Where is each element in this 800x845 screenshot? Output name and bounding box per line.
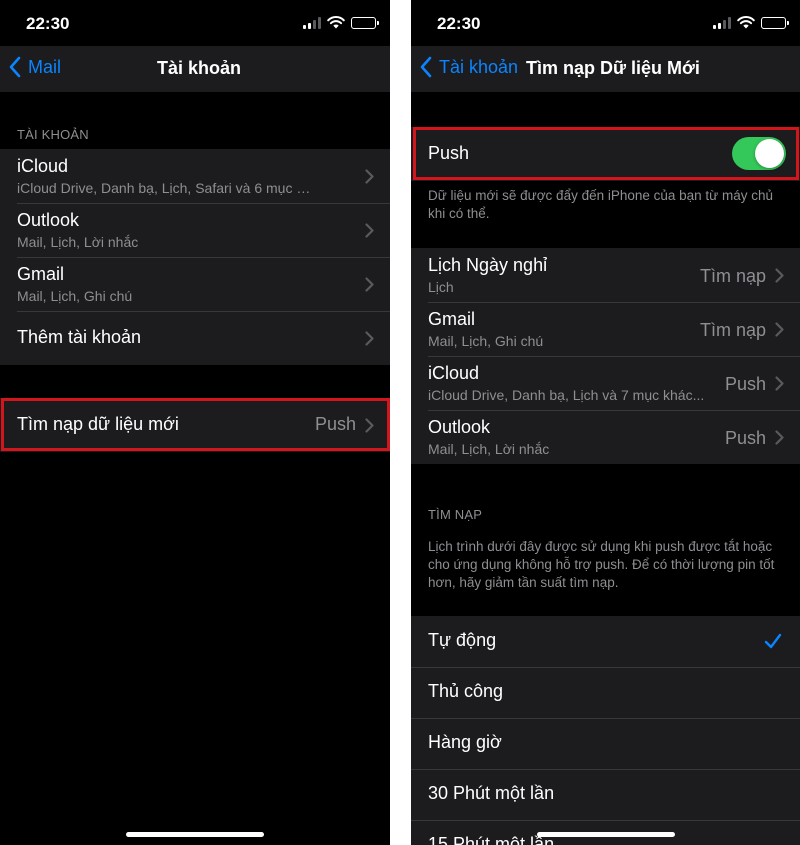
chevron-right-icon [365, 169, 374, 184]
wifi-icon [737, 16, 755, 29]
account-title: iCloud [17, 156, 69, 176]
fetch-option-label: Hàng giờ [428, 732, 502, 752]
account-subtitle: Mail, Lịch, Ghi chú [428, 333, 544, 349]
fetch-new-data-row[interactable]: Tìm nạp dữ liệu mới Push [0, 398, 390, 452]
back-button-label: Mail [28, 56, 62, 77]
account-subtitle: Mail, Lịch, Lời nhắc [428, 441, 550, 457]
toggle-knob [755, 139, 784, 168]
fetch-option-label: Tự động [428, 630, 497, 650]
chevron-right-icon [775, 430, 784, 445]
account-row-holidays[interactable]: Lịch Ngày nghỉ Lịch Tìm nạp [411, 248, 800, 302]
account-title: Outlook [17, 210, 80, 230]
status-time: 22:30 [26, 14, 70, 33]
account-title: Gmail [428, 309, 476, 329]
push-label: Push [428, 143, 470, 163]
fetch-option-label: 30 Phút một lần [428, 783, 555, 803]
status-bar: 22:30 [0, 0, 390, 46]
push-group: Push [411, 127, 800, 181]
account-fetch-list: Lịch Ngày nghỉ Lịch Tìm nạp Gmail Mail, … [411, 248, 800, 464]
fetch-new-data-label: Tìm nạp dữ liệu mới [17, 414, 179, 434]
account-title: Lịch Ngày nghỉ [428, 255, 548, 275]
chevron-right-icon [365, 418, 374, 433]
account-fetch-value: Push [724, 428, 766, 448]
status-icons [303, 16, 379, 29]
push-toggle[interactable] [732, 137, 786, 170]
home-indicator[interactable] [126, 832, 264, 837]
checkmark-icon [764, 633, 782, 649]
chevron-right-icon [365, 223, 374, 238]
back-button-label: Tài khoản [439, 56, 519, 77]
back-button[interactable]: Mail [8, 56, 61, 78]
chevron-right-icon [365, 277, 374, 292]
accounts-screen: 22:30 Mail Tài khoản TÀI KHOẢN iCloud iC… [0, 0, 390, 845]
fetch-option-30-min[interactable]: 30 Phút một lần [411, 769, 800, 820]
status-icons [713, 16, 789, 29]
push-row: Push [411, 127, 800, 181]
fetch-option-hourly[interactable]: Hàng giờ [411, 718, 800, 769]
add-account-label: Thêm tài khoản [17, 327, 142, 347]
account-row-icloud[interactable]: iCloud iCloud Drive, Danh bạ, Lịch và 7 … [411, 356, 800, 410]
account-subtitle: Mail, Lịch, Ghi chú [17, 288, 133, 304]
account-fetch-value: Tìm nạp [699, 320, 766, 340]
nav-bar: Mail Tài khoản [0, 46, 390, 92]
account-row-outlook[interactable]: Outlook Mail, Lịch, Lời nhắc Push [411, 410, 800, 464]
cellular-signal-icon [303, 16, 321, 29]
battery-icon [761, 16, 789, 29]
chevron-left-icon [9, 56, 21, 78]
fetch-schedule-list: Tự động Thủ công Hàng giờ 30 Phút một lầ… [411, 616, 800, 845]
accounts-section-header: TÀI KHOẢN [17, 127, 89, 142]
push-footer: Dữ liệu mới sẽ được đẩy đến iPhone của b… [428, 188, 773, 221]
account-row-outlook[interactable]: Outlook Mail, Lịch, Lời nhắc [0, 203, 390, 257]
home-indicator[interactable] [537, 832, 675, 837]
chevron-right-icon [365, 331, 374, 346]
account-fetch-value: Tìm nạp [699, 266, 766, 286]
account-subtitle: iCloud Drive, Danh bạ, Lịch và 7 mục khá… [428, 387, 705, 403]
fetch-group: Tìm nạp dữ liệu mới Push [0, 398, 390, 452]
page-title: Tìm nạp Dữ liệu Mới [526, 58, 700, 78]
chevron-right-icon [775, 268, 784, 283]
battery-icon [351, 16, 379, 29]
accounts-list: iCloud iCloud Drive, Danh bạ, Lịch, Safa… [0, 149, 390, 365]
fetch-option-manual[interactable]: Thủ công [411, 667, 800, 718]
status-bar: 22:30 [411, 0, 800, 46]
nav-bar: Tài khoản Tìm nạp Dữ liệu Mới [411, 46, 800, 92]
account-title: iCloud [428, 363, 480, 383]
chevron-right-icon [775, 376, 784, 391]
wifi-icon [327, 16, 345, 29]
account-subtitle: iCloud Drive, Danh bạ, Lịch, Safari và 6… [17, 180, 317, 196]
account-title: Outlook [428, 417, 491, 437]
chevron-right-icon [775, 322, 784, 337]
fetch-section-header: TÌM NẠP [428, 507, 483, 522]
cellular-signal-icon [713, 16, 731, 29]
add-account-row[interactable]: Thêm tài khoản [0, 311, 390, 365]
account-subtitle: Mail, Lịch, Lời nhắc [17, 234, 139, 250]
fetch-option-label: Thủ công [428, 681, 504, 701]
account-title: Gmail [17, 264, 65, 284]
page-title: Tài khoản [157, 58, 242, 78]
fetch-option-label: 15 Phút một lần [428, 834, 555, 845]
back-button[interactable]: Tài khoản [419, 56, 518, 78]
chevron-left-icon [420, 56, 432, 78]
fetch-option-automatic[interactable]: Tự động [411, 616, 800, 667]
account-fetch-value: Push [724, 374, 766, 394]
fetch-new-data-screen: 22:30 Tài khoản Tìm nạp Dữ liệu Mới Push… [411, 0, 800, 845]
fetch-new-data-value: Push [314, 414, 356, 434]
account-subtitle: Lịch [428, 279, 454, 295]
fetch-footer: Lịch trình dưới đây được sử dụng khi pus… [428, 539, 775, 590]
status-time: 22:30 [437, 14, 481, 33]
account-row-gmail[interactable]: Gmail Mail, Lịch, Ghi chú Tìm nạp [411, 302, 800, 356]
account-row-icloud[interactable]: iCloud iCloud Drive, Danh bạ, Lịch, Safa… [0, 149, 390, 203]
account-row-gmail[interactable]: Gmail Mail, Lịch, Ghi chú [0, 257, 390, 311]
